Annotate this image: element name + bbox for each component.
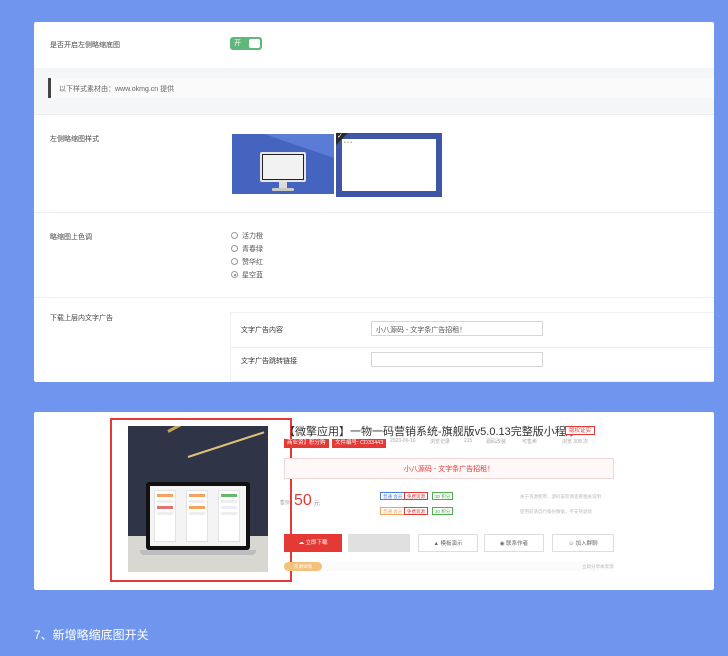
radio-selected-icon [231,271,238,278]
toggle-knob [249,39,260,48]
highlight-frame [110,418,292,582]
tag-copyright: 版权证实 [565,426,596,435]
divider [34,114,714,115]
style-label: 左侧略缩图样式 [50,136,99,143]
note-box: 以下样式素材由：www.okmg.cn 提供 [48,78,714,98]
style-option-monitor[interactable] [232,134,334,194]
ad-content-value: 小八源码 - 文字条广告招租！ [376,327,467,334]
details-pill[interactable]: 资源详情 [284,562,322,571]
meta-item: 浏览记录 [430,439,451,445]
radio-circle-icon [231,245,238,252]
checkmark-icon: ✓ [336,133,348,145]
monitor-base [272,188,294,191]
color-label: 略缩图上色调 [50,234,92,241]
badge: 免费资源 [404,492,428,500]
radio-red[interactable]: 赞华红 [231,258,263,267]
badge: 普通 会员 [380,492,406,500]
note-bar: 以下样式素材由：www.okmg.cn 提供 [34,68,714,114]
price: 50 元 [294,492,320,509]
meta-item: 可售卖 [522,439,538,445]
radio-green[interactable]: 青春绿 [231,245,263,254]
ad-link-input[interactable] [371,352,543,367]
tag: 积分购 [306,439,329,448]
ad-banner[interactable]: 小八源码 - 文字条广告招租！ [284,458,614,479]
thumbnail-toggle[interactable]: 开 [230,37,262,50]
meta-item: 源码改装 [486,439,507,445]
toggle-label: 是否开启左侧略缩底图 [50,42,120,49]
ad-link-label: 文字广告跳转链接 [241,358,297,365]
share-link[interactable]: 立即分享本资源 [582,564,614,570]
badge: 普通 会员 [380,507,406,515]
download-button[interactable]: ☁ 立即下载 [284,534,342,552]
style-option-frame[interactable]: • • • ✓ [336,133,442,197]
product-title: 【微擎应用】一物一码营销系统-旗舰版v5.0.13完整版小程序 [284,426,577,438]
divider [34,212,714,213]
meta-item: 浏览 308 次 [562,439,589,445]
meta-item: 215 [464,438,473,444]
badge: 免费资源 [404,507,428,515]
divider [34,297,714,298]
badge: 30 积分 [432,507,454,515]
page: 是否开启左侧略缩底图 开 以下样式素材由：www.okmg.cn 提供 左侧略缩… [0,0,728,656]
caption: 7、新增略缩底图开关 [34,628,149,642]
secondary-button[interactable] [348,534,410,552]
note-text: 以下样式素材由：www.okmg.cn 提供 [59,86,175,93]
join-group-button[interactable]: ☺ 加入群聊 [552,534,614,552]
ad-content-input[interactable]: 小八源码 - 文字条广告招租！ [371,321,543,336]
frame-inner: • • • [342,139,436,191]
ad-content-label: 文字广告内容 [241,327,283,334]
toggle-state: 开 [234,40,241,47]
ad-label: 下载上层内文字广告 [50,315,113,322]
ad-banner-text: 小八源码 - 文字条广告招租！ [403,466,495,473]
badge: 30 积分 [432,492,454,500]
radio-circle-icon [231,232,238,239]
hint-text: 使用前请自行备份数据，不支持退款 [520,509,592,514]
info-bar [284,562,614,571]
radio-orange[interactable]: 活力橙 [231,232,263,241]
ad-settings-box: 文字广告内容 小八源码 - 文字条广告招租！ 文字广告跳转链接 [230,312,714,382]
contact-button[interactable]: ◉ 联系作者 [484,534,544,552]
hint-text: 关于资源使用、源码安装请查看相关说明 [520,494,601,499]
tag: 文件编号: CD33443 [332,439,387,448]
divider [231,347,714,348]
settings-panel: 是否开启左侧略缩底图 开 以下样式素材由：www.okmg.cn 提供 左侧略缩… [34,22,714,382]
monitor-icon [260,152,306,182]
price-label: 售价 [280,500,291,506]
meta-date: 2020-06-16 [390,438,416,444]
radio-blue[interactable]: 星空蓝 [231,271,263,280]
demo-button[interactable]: ▲ 模板演示 [418,534,478,552]
radio-circle-icon [231,258,238,265]
preview-panel: 【微擎应用】一物一码营销系统-旗舰版v5.0.13完整版小程序 版权证实 商业资… [34,412,714,590]
